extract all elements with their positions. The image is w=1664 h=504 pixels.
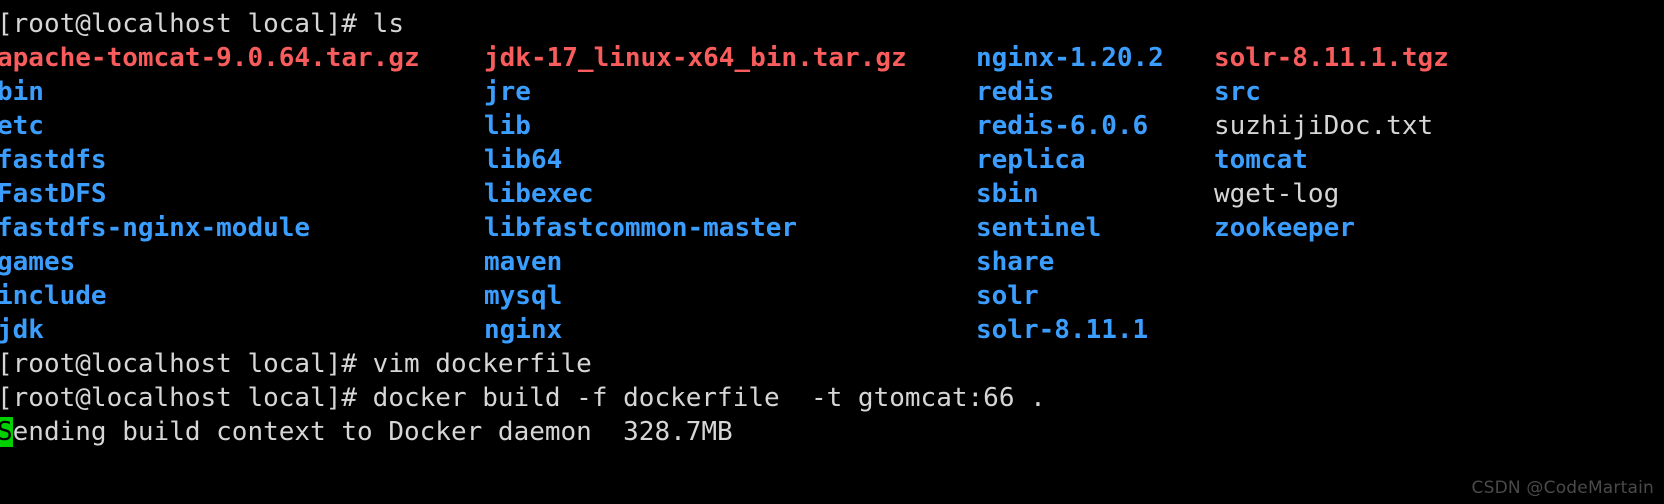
file-entry[interactable]: maven xyxy=(484,245,562,279)
file-entry[interactable]: FastDFS xyxy=(0,177,107,211)
file-entry[interactable]: fastdfs xyxy=(0,143,107,177)
file-entry[interactable]: solr-8.11.1.tgz xyxy=(1214,41,1449,75)
listing-row: jdk nginx solr-8.11.1 xyxy=(0,313,1664,347)
file-entry[interactable]: mysql xyxy=(484,279,562,313)
file-entry[interactable]: redis xyxy=(976,75,1054,109)
file-entry[interactable]: nginx-1.20.2 xyxy=(976,41,1164,75)
terminal-window[interactable]: [root@localhost local]# ls apache-tomcat… xyxy=(0,0,1664,504)
file-entry[interactable]: src xyxy=(1214,75,1261,109)
file-entry[interactable]: jdk-17_linux-x64_bin.tar.gz xyxy=(484,41,907,75)
file-entry[interactable]: nginx xyxy=(484,313,562,347)
file-entry[interactable]: wget-log xyxy=(1214,177,1339,211)
watermark: CSDN @CodeMartain xyxy=(1471,478,1654,498)
ls-command-text: [root@localhost local]# ls xyxy=(0,9,404,39)
file-entry[interactable]: jre xyxy=(484,75,531,109)
file-entry[interactable]: fastdfs-nginx-module xyxy=(0,211,310,245)
listing-row: fastdfs-nginx-module libfastcommon-maste… xyxy=(0,211,1664,245)
file-entry[interactable]: games xyxy=(0,245,75,279)
file-entry[interactable]: bin xyxy=(0,75,44,109)
file-entry[interactable]: zookeeper xyxy=(1214,211,1355,245)
listing-row: bin jre redis src xyxy=(0,75,1664,109)
file-entry[interactable]: redis-6.0.6 xyxy=(976,109,1148,143)
file-entry[interactable]: suzhijiDoc.txt xyxy=(1214,109,1433,143)
file-entry[interactable]: etc xyxy=(0,109,44,143)
build-output-text: ending build context to Docker daemon 32… xyxy=(12,417,733,447)
cursor-block: S xyxy=(0,417,13,447)
build-output-line: Sending build context to Docker daemon 3… xyxy=(0,415,733,449)
terminal-line-build-output: Sending build context to Docker daemon 3… xyxy=(0,415,1664,449)
terminal-line-vim-command: [root@localhost local]# vim dockerfile xyxy=(0,347,1664,381)
listing-row: etc lib redis-6.0.6 suzhijiDoc.txt xyxy=(0,109,1664,143)
docker-command-text: [root@localhost local]# docker build -f … xyxy=(0,383,1046,413)
file-entry[interactable]: apache-tomcat-9.0.64.tar.gz xyxy=(0,41,420,75)
terminal-line-ls-command: [root@localhost local]# ls xyxy=(0,7,1664,41)
file-entry[interactable]: libexec xyxy=(484,177,594,211)
listing-row: FastDFS libexec sbin wget-log xyxy=(0,177,1664,211)
terminal-line-docker-command: [root@localhost local]# docker build -f … xyxy=(0,381,1664,415)
file-entry[interactable]: tomcat xyxy=(1214,143,1308,177)
file-entry[interactable]: solr-8.11.1 xyxy=(976,313,1148,347)
file-entry[interactable]: libfastcommon-master xyxy=(484,211,797,245)
listing-row: include mysql solr xyxy=(0,279,1664,313)
file-entry[interactable]: share xyxy=(976,245,1054,279)
file-entry[interactable]: solr xyxy=(976,279,1039,313)
listing-row: games maven share xyxy=(0,245,1664,279)
file-entry[interactable]: sbin xyxy=(976,177,1039,211)
file-entry[interactable]: jdk xyxy=(0,313,44,347)
vim-command-text: [root@localhost local]# vim dockerfile xyxy=(0,349,592,379)
listing-row: fastdfs lib64 replica tomcat xyxy=(0,143,1664,177)
file-entry[interactable]: lib64 xyxy=(484,143,562,177)
file-entry[interactable]: lib xyxy=(484,109,531,143)
file-entry[interactable]: sentinel xyxy=(976,211,1101,245)
terminal-screen: [root@localhost local]# ls apache-tomcat… xyxy=(0,7,1664,449)
file-entry[interactable]: replica xyxy=(976,143,1086,177)
listing-row: apache-tomcat-9.0.64.tar.gz jdk-17_linux… xyxy=(0,41,1664,75)
file-entry[interactable]: include xyxy=(0,279,107,313)
